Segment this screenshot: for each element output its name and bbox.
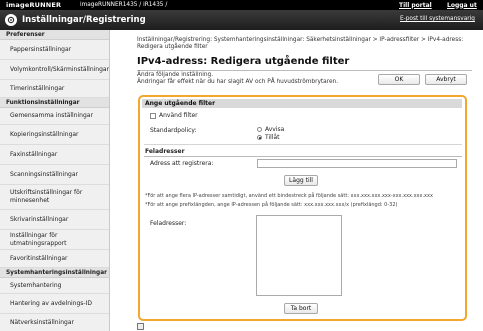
portal-link[interactable]: Till portal <box>399 2 432 9</box>
logout-link[interactable]: Logga ut <box>447 2 477 9</box>
sidebar-item-label: Hantering av avdelnings-ID <box>10 299 92 307</box>
filter-section-heading: Ange utgående filter <box>142 99 462 108</box>
sidebar-item[interactable]: Kopieringsinställningar <box>0 125 109 145</box>
sidebar-item[interactable]: Volymkontroll/Skärminställningar <box>0 60 109 80</box>
sidebar-item-label: Faxinställningar <box>10 150 58 158</box>
exceptions-listbox[interactable] <box>256 215 342 296</box>
address-label: Adress att registrera: <box>150 160 214 167</box>
notice-line-2: Ändringar får effekt när du har slagit A… <box>137 78 339 85</box>
sidebar-item-label: Kopieringsinställningar <box>10 130 79 138</box>
use-filter-label: Använd filter <box>159 112 198 119</box>
sidebar-nav: Preferenser Pappersinställningar Volymkont… <box>0 30 110 331</box>
sidebar-item-label: Systemhantering <box>10 281 62 289</box>
breadcrumb: Inställningar/Registrering: Systemhanter… <box>137 37 464 50</box>
brand-logo: imageRUNNER <box>6 1 62 9</box>
exceptions-list-label: Feladresser: <box>150 220 187 227</box>
address-input[interactable] <box>257 159 457 168</box>
sidebar-item-label: Skrivarinställningar <box>10 215 69 223</box>
sidebar-item[interactable]: Timerinställningar <box>0 80 109 98</box>
exceptions-divider <box>144 156 462 157</box>
sidebar-heading: Funktionsinställningar <box>0 98 109 108</box>
sidebar-item[interactable]: Pappersinställningar <box>0 40 109 60</box>
page-top-icon[interactable] <box>137 323 144 330</box>
sidebar-item[interactable]: Gemensamma inställningar <box>0 108 109 125</box>
sidebar-item[interactable]: Nätverksinställningar <box>0 314 109 331</box>
sidebar-item-label: Favoritinställningar <box>10 254 68 262</box>
sidebar-item-label: Volymkontroll/Skärminställningar <box>10 65 110 73</box>
notice-text: Ändra följande inställning. Ändringar få… <box>137 72 367 85</box>
sidebar-item[interactable]: Faxinställningar <box>0 145 109 165</box>
sidebar-item[interactable]: Skrivarinställningar <box>0 210 109 230</box>
device-name: imageRUNNER1435 / iR1435 / <box>80 1 168 8</box>
sidebar-item[interactable]: Hantering av avdelnings-ID <box>0 294 109 314</box>
policy-allow-label: Tillåt <box>265 134 280 141</box>
prefix-note: *För att ange prefixlängden, ange IP-adr… <box>145 202 398 208</box>
add-button[interactable]: Lägg till <box>284 175 318 186</box>
policy-allow-radio[interactable] <box>257 135 262 140</box>
sidebar-item-label: Scanningsinställningar <box>10 170 78 178</box>
sidebar-heading: Systemhanteringsinställningar <box>0 268 109 278</box>
sidebar-heading: Preferenser <box>0 30 109 40</box>
sidebar-item-label: Utskriftsinställningar för minnesenhet <box>10 189 83 204</box>
policy-reject-label: Avvisa <box>265 126 285 133</box>
sidebar-item[interactable]: Scanningsinställningar <box>0 165 109 185</box>
sidebar-item[interactable]: Inställningar för utmatningsrapport <box>0 230 109 250</box>
settings-panel: Ange utgående filter Använd filter Stand… <box>138 95 467 321</box>
sidebar-item[interactable]: Systemhantering <box>0 278 109 294</box>
policy-label: Standardpolicy: <box>150 127 197 134</box>
exceptions-heading: Feladresser <box>145 148 185 155</box>
sidebar-item-label: Pappersinställningar <box>10 45 72 53</box>
ok-button[interactable]: OK <box>378 74 420 85</box>
sidebar-item-label: Gemensamma inställningar <box>10 112 93 119</box>
sidebar-item-label: Nätverksinställningar <box>10 318 75 326</box>
use-filter-checkbox[interactable] <box>150 113 156 119</box>
sidebar-heading-label: Systemhanteringsinställningar <box>6 270 107 276</box>
range-note: *För att ange flera IP-adresser samtidig… <box>145 193 433 199</box>
settings-home-icon[interactable] <box>5 14 17 26</box>
section-divider <box>144 144 462 145</box>
sidebar-item-label: Timerinställningar <box>10 84 65 92</box>
sidebar-heading-label: Preferenser <box>6 32 45 38</box>
title-bar: Inställningar/Registrering E-post till s… <box>0 10 483 30</box>
delete-button[interactable]: Ta bort <box>284 303 318 314</box>
top-bar: imageRUNNER imageRUNNER1435 / iR1435 / T… <box>0 0 483 10</box>
policy-reject-radio[interactable] <box>257 127 262 132</box>
title-divider <box>137 70 472 71</box>
sidebar-heading-label: Funktionsinställningar <box>6 100 80 106</box>
sidebar-item[interactable]: Favoritinställningar <box>0 250 109 268</box>
sidebar-item[interactable]: Utskriftsinställningar för minnesenhet <box>0 185 109 210</box>
email-admin-link[interactable]: E-post till systemansvarig <box>400 16 475 22</box>
page-title: IPv4-adress: Redigera utgående filter <box>137 56 350 67</box>
page-section-title: Inställningar/Registrering <box>22 14 146 25</box>
main-content: Inställningar/Registrering: Systemhanter… <box>110 30 483 331</box>
sidebar-item-label: Inställningar för utmatningsrapport <box>10 231 67 247</box>
cancel-button[interactable]: Avbryt <box>425 74 467 85</box>
